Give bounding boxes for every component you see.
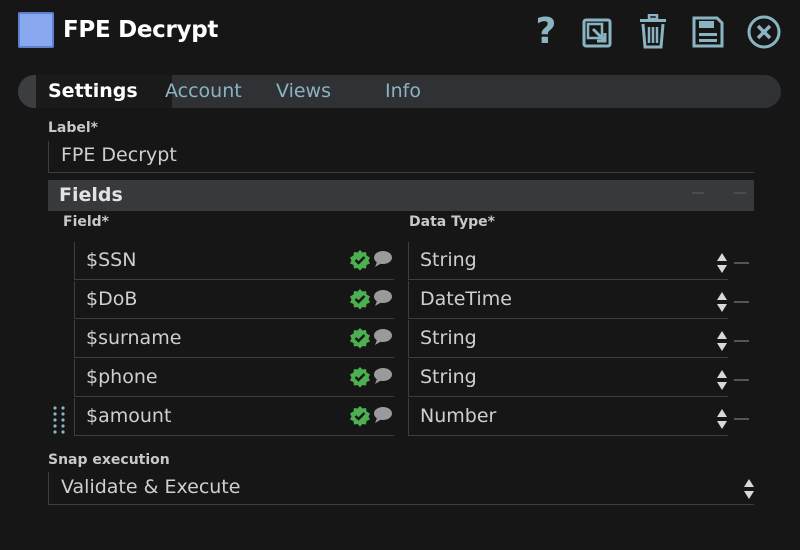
field-input[interactable]: $DoB [74,281,394,319]
help-icon[interactable]: ? [528,12,564,52]
title-bar: FPE Decrypt ? [0,0,800,66]
datatype-column-header: Data Type* [409,214,495,230]
table-row: $phone String [0,359,800,397]
dialog-title: FPE Decrypt [63,17,219,43]
tab-bar: Settings Account Views Info [18,75,781,108]
snap-type-icon [18,12,54,48]
datatype-value: String [420,327,477,349]
comment-icon[interactable] [373,328,393,346]
field-input[interactable]: $surname [74,320,394,358]
datatype-select[interactable]: DateTime [408,281,728,319]
datatype-value: Number [420,405,497,427]
remove-row-icon[interactable] [734,418,749,420]
snap-execution-label: Snap execution [48,452,170,468]
updown-arrows-icon [717,253,727,273]
delete-icon[interactable] [635,12,671,52]
datatype-value: String [420,249,477,271]
field-value: $surname [86,327,182,349]
datatype-select[interactable]: Number [408,398,728,436]
datatype-value: DateTime [420,288,512,310]
label-input[interactable]: FPE Decrypt [48,141,754,173]
valid-check-icon [350,250,370,271]
tab-info[interactable]: Info [385,75,421,108]
table-row: $amount Number [0,398,800,436]
datatype-select[interactable]: String [408,242,728,280]
table-row: $SSN String [0,242,800,280]
collapse-icon[interactable] [734,192,746,194]
updown-arrows-icon [717,331,727,351]
field-column-header: Field* [63,214,109,230]
field-value: $phone [86,366,158,388]
field-input[interactable]: $SSN [74,242,394,280]
tab-account[interactable]: Account [165,75,242,108]
updown-arrows-icon [717,409,727,429]
field-input[interactable]: $amount [74,398,394,436]
fields-section-title: Fields [59,184,123,206]
valid-check-icon [350,328,370,349]
remove-row-icon[interactable] [734,379,749,381]
tab-settings[interactable]: Settings [36,75,172,108]
comment-icon[interactable] [373,250,393,268]
tab-views[interactable]: Views [276,75,331,108]
remove-row-icon[interactable] [734,262,749,264]
table-row: $DoB DateTime [0,281,800,319]
save-icon[interactable] [690,12,726,52]
snap-execution-select[interactable]: Validate & Execute [48,472,754,505]
remove-row-icon[interactable] [734,340,749,342]
remove-row-icon[interactable] [734,301,749,303]
comment-icon[interactable] [373,406,393,424]
snap-execution-value: Validate & Execute [61,476,241,498]
valid-check-icon [350,367,370,388]
valid-check-icon [350,289,370,310]
comment-icon[interactable] [373,289,393,307]
datatype-select[interactable]: String [408,359,728,397]
field-value: $DoB [86,288,138,310]
fields-section-header[interactable]: Fields [48,180,754,211]
export-icon[interactable] [580,12,616,52]
label-field-label: Label* [48,120,99,136]
table-row: $surname String [0,320,800,358]
updown-arrows-icon [717,292,727,312]
field-value: $amount [86,405,172,427]
tab-bar-cap [18,75,38,108]
valid-check-icon [350,406,370,427]
datatype-value: String [420,366,477,388]
add-row-icon[interactable] [692,192,704,194]
comment-icon[interactable] [373,367,393,385]
field-input[interactable]: $phone [74,359,394,397]
close-icon[interactable] [746,12,782,52]
updown-arrows-icon [744,479,754,499]
drag-handle-icon[interactable] [52,405,66,435]
help-glyph: ? [535,11,557,52]
datatype-select[interactable]: String [408,320,728,358]
field-value: $SSN [86,249,137,271]
updown-arrows-icon [717,370,727,390]
